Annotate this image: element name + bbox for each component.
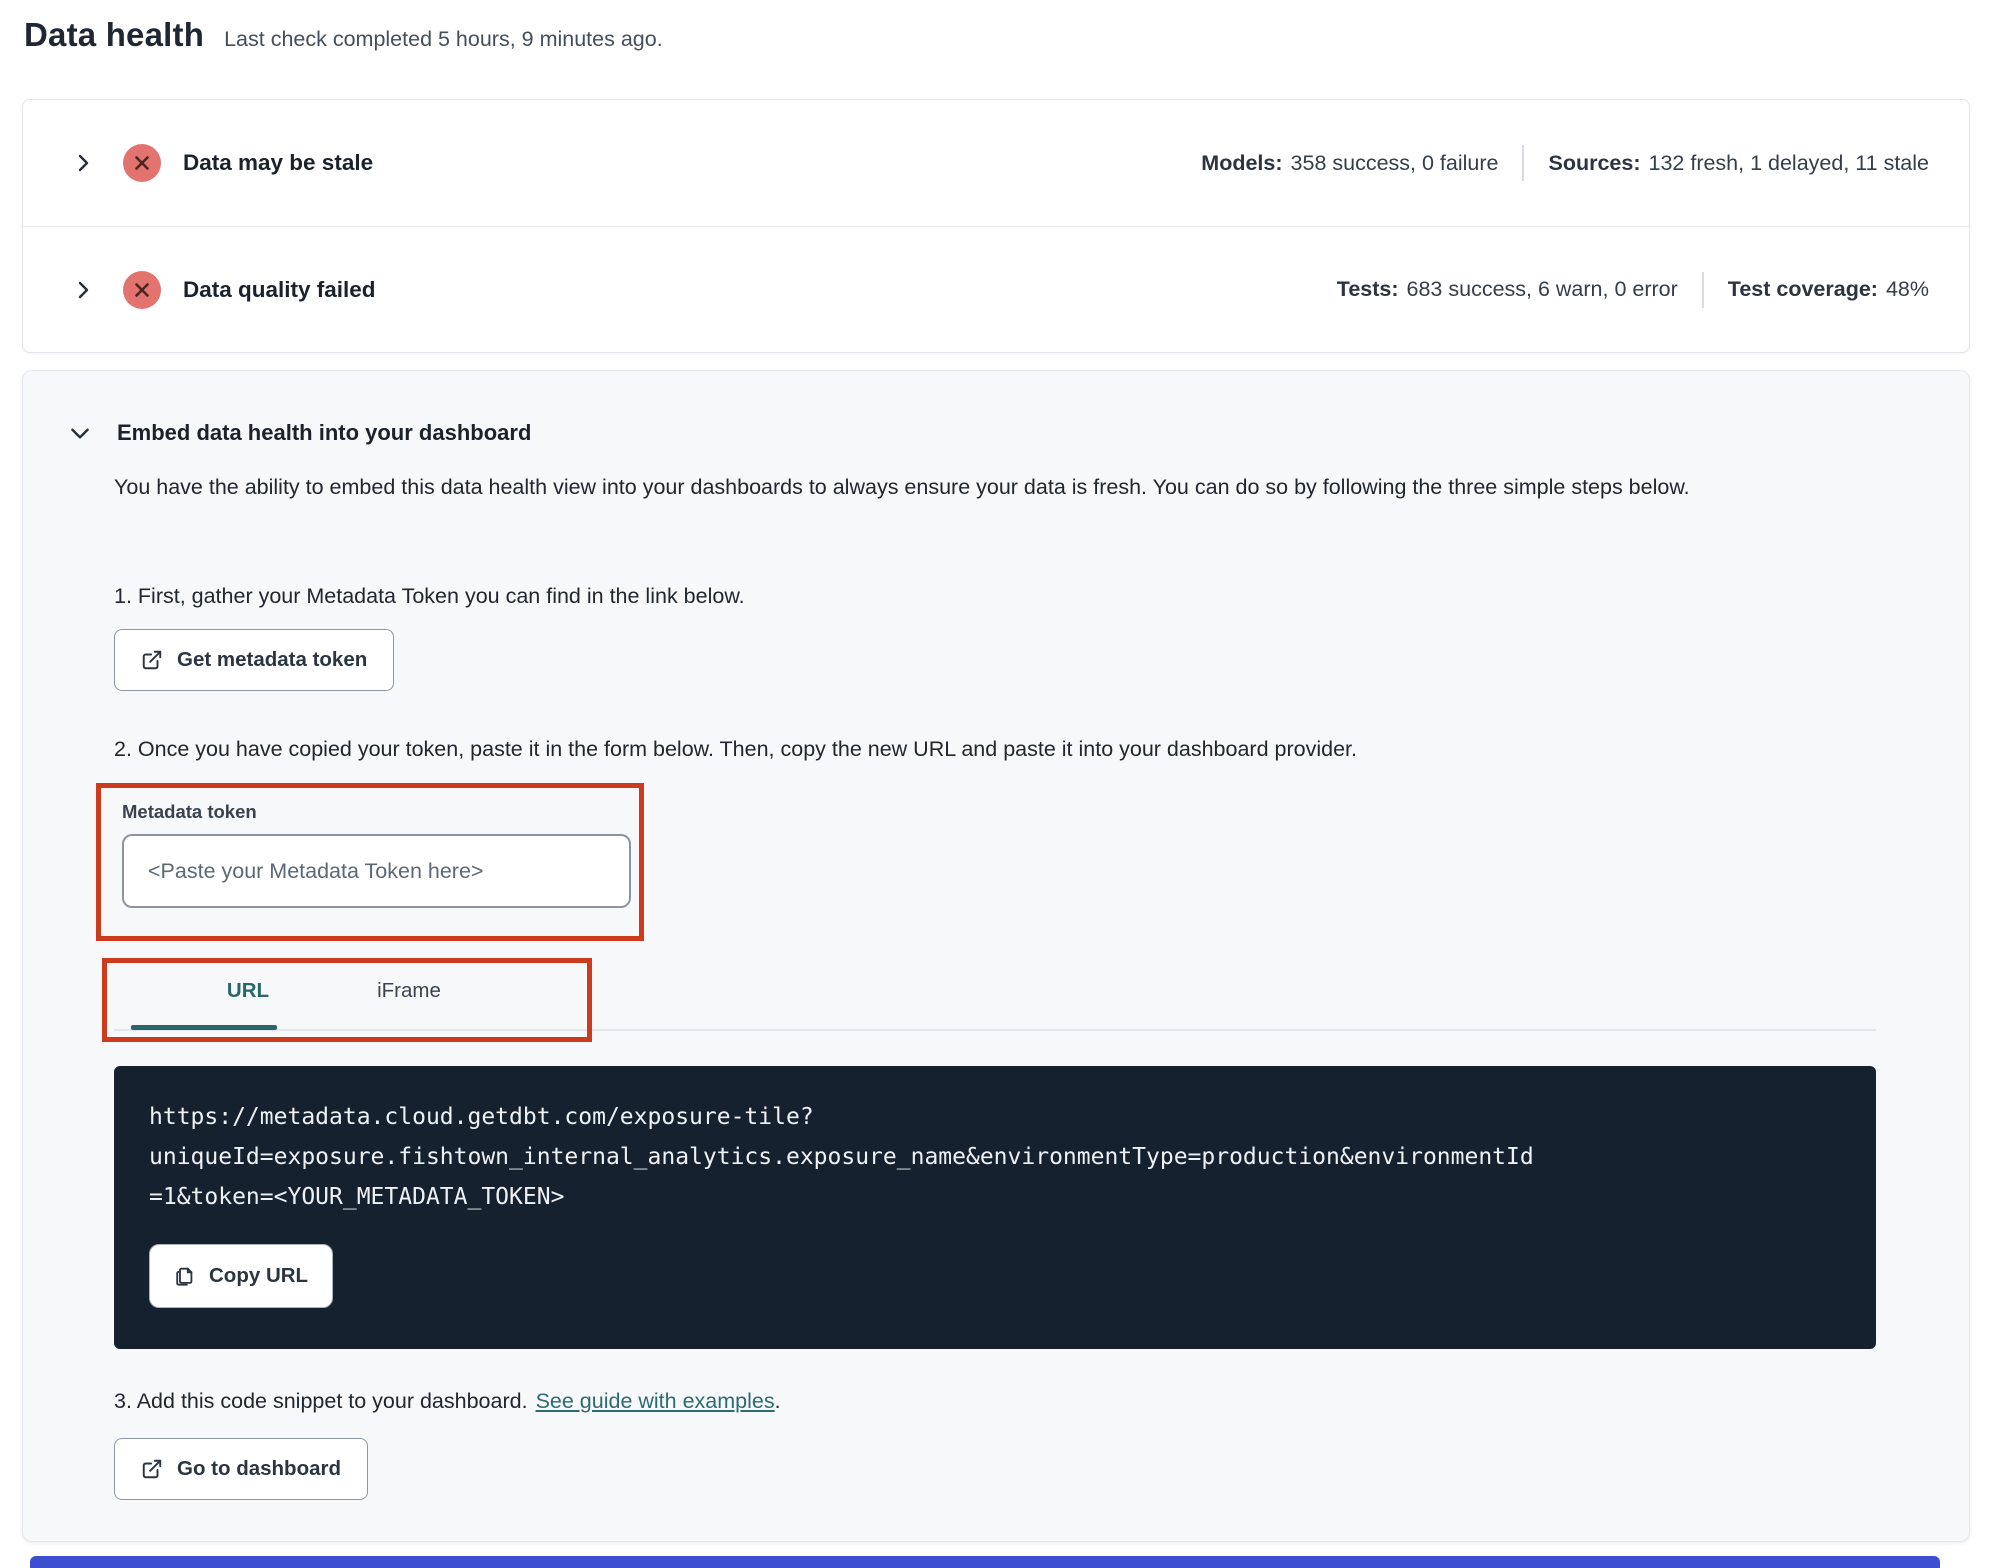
tab-url[interactable]: URL: [204, 979, 292, 1003]
external-link-icon: [141, 1458, 163, 1480]
last-check-text: Last check completed 5 hours, 9 minutes …: [224, 27, 663, 51]
error-status-icon: [123, 144, 161, 182]
bottom-cropped-panel-edge: [30, 1556, 1940, 1568]
status-row-stats: Tests: 683 success, 6 warn, 0 error Test …: [1336, 271, 1929, 308]
metadata-token-input[interactable]: [122, 834, 631, 908]
annotation-box-token-field: Metadata token: [96, 783, 644, 941]
embed-section-title: Embed data health into your dashboard: [117, 420, 532, 445]
chevron-down-icon[interactable]: [67, 420, 93, 446]
chevron-right-icon[interactable]: [71, 151, 95, 175]
go-to-dashboard-button[interactable]: Go to dashboard: [114, 1438, 368, 1500]
embed-url-line: https://metadata.cloud.getdbt.com/exposu…: [149, 1104, 814, 1130]
copy-icon: [174, 1265, 196, 1287]
embed-description: You have the ability to embed this data …: [114, 475, 1690, 499]
step-2-text: 2. Once you have copied your token, past…: [114, 737, 1357, 761]
step-3-text: 3. Add this code snippet to your dashboa…: [114, 1389, 781, 1413]
metadata-token-label: Metadata token: [122, 801, 257, 822]
page-header: Data health Last check completed 5 hours…: [0, 0, 1990, 54]
status-row-data-quality[interactable]: Data quality failed Tests: 683 success, 6…: [23, 226, 1969, 352]
copy-url-button[interactable]: Copy URL: [149, 1244, 334, 1308]
annotation-box-tabs: URL iFrame: [102, 958, 592, 1042]
embed-url-line: =1&token=<YOUR_METADATA_TOKEN>: [149, 1184, 565, 1210]
embed-section-header[interactable]: Embed data health into your dashboard: [67, 420, 531, 446]
status-row-data-stale[interactable]: Data may be stale Models: 358 success, 0 …: [23, 100, 1969, 226]
step-1-text: 1. First, gather your Metadata Token you…: [114, 584, 745, 608]
sources-stat: Sources: 132 fresh, 1 delayed, 11 stale: [1548, 150, 1929, 175]
guide-link[interactable]: See guide with examples: [536, 1389, 775, 1413]
tests-stat: Tests: 683 success, 6 warn, 0 error: [1336, 277, 1678, 301]
stats-divider: [1701, 271, 1704, 308]
embed-url-line: uniqueId=exposure.fishtown_internal_anal…: [149, 1144, 1534, 1170]
embed-url-code-block: https://metadata.cloud.getdbt.com/exposu…: [114, 1066, 1876, 1349]
models-stat: Models: 358 success, 0 failure: [1201, 150, 1499, 175]
error-status-icon: [123, 270, 161, 309]
get-metadata-token-button[interactable]: Get metadata token: [114, 629, 395, 691]
external-link-icon: [141, 649, 163, 671]
page-title: Data health: [24, 16, 205, 53]
stats-divider: [1522, 145, 1525, 181]
chevron-right-icon[interactable]: [71, 278, 95, 302]
embed-section-card: Embed data health into your dashboard Yo…: [22, 370, 1970, 1542]
status-row-title: Data quality failed: [183, 276, 376, 302]
status-card: Data may be stale Models: 358 success, 0 …: [22, 99, 1970, 353]
test-coverage-stat: Test coverage: 48%: [1727, 277, 1929, 301]
status-row-stats: Models: 358 success, 0 failure Sources: 13…: [1201, 145, 1929, 181]
status-row-title: Data may be stale: [183, 150, 374, 175]
tab-iframe[interactable]: iFrame: [359, 979, 459, 1003]
